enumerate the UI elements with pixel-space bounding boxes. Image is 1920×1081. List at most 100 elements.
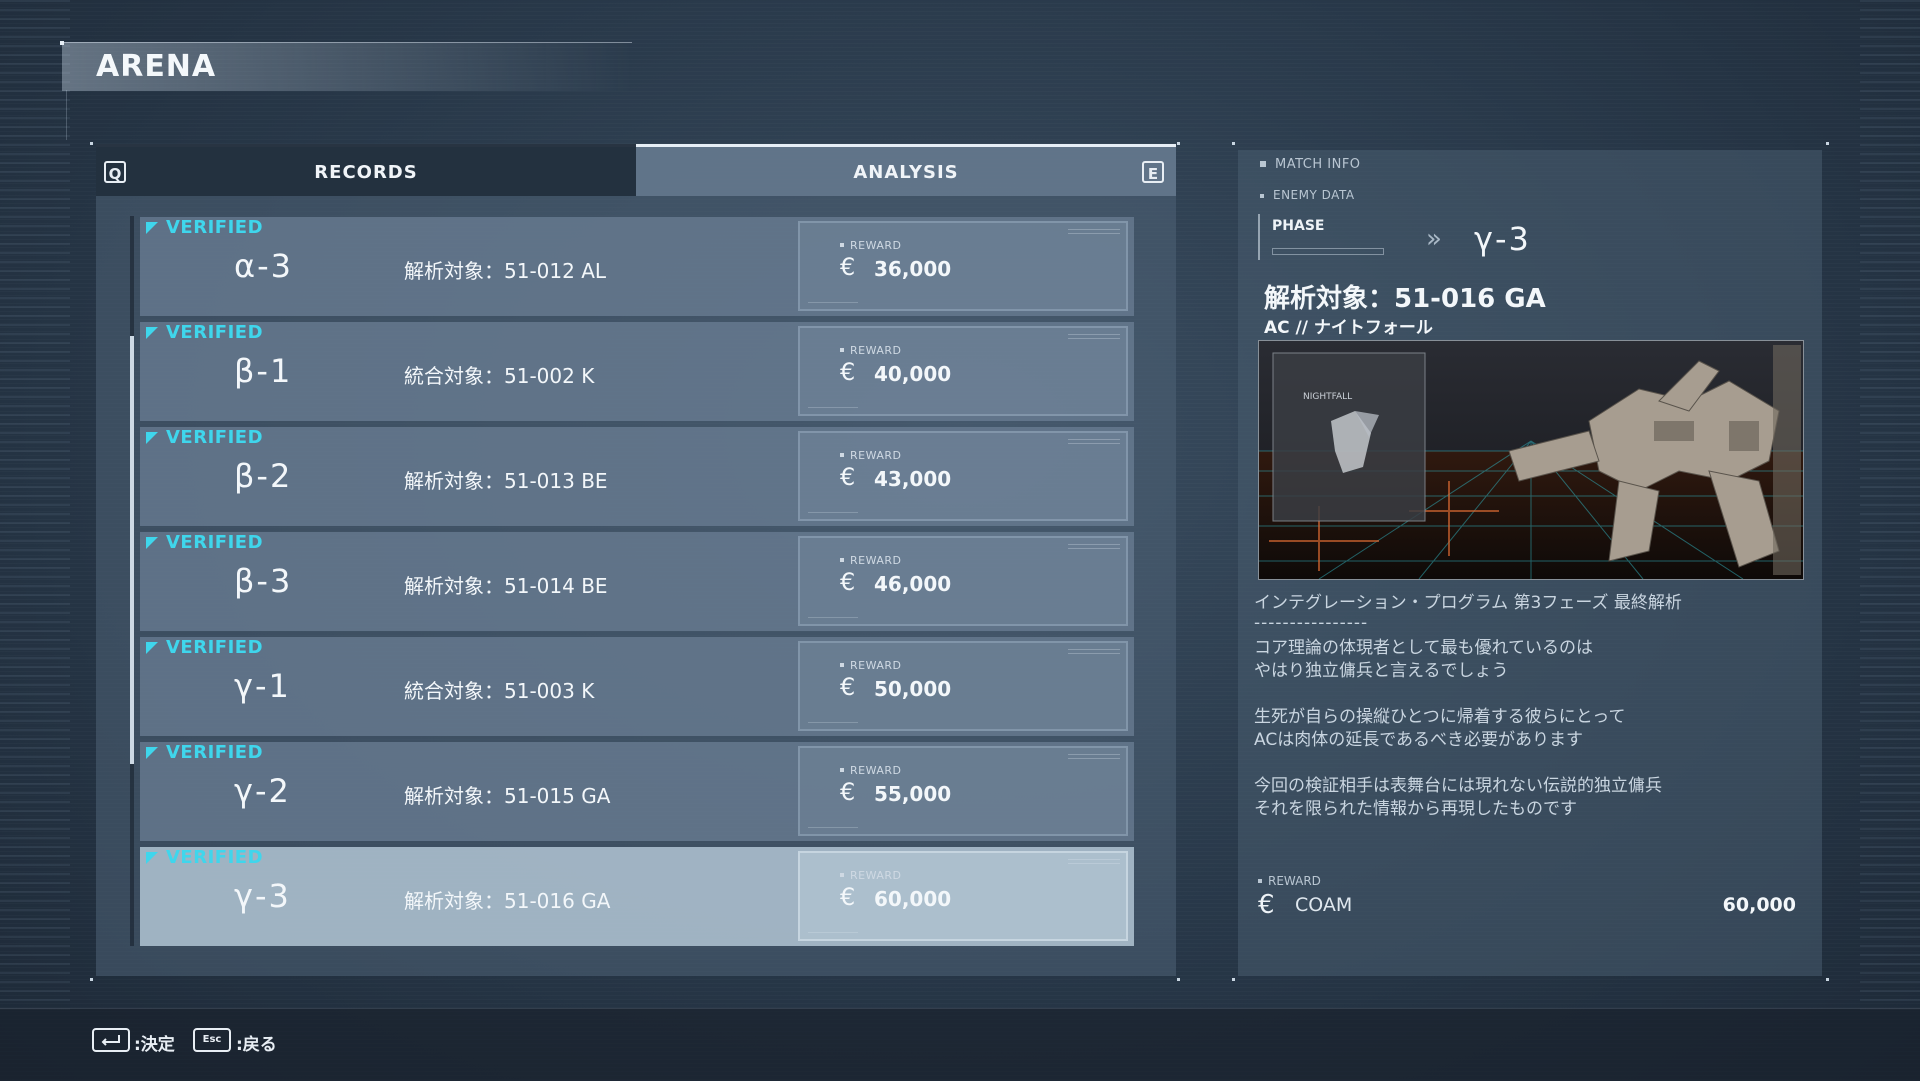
e-key-icon[interactable]: E — [1142, 161, 1164, 183]
status-text: VERIFIED — [166, 742, 264, 763]
title-divider — [66, 90, 67, 140]
flag-icon — [146, 327, 158, 339]
description-paragraph-3: 今回の検証相手は表舞台には現れない伝説的独立傭兵 それを限られた情報から再現した… — [1254, 776, 1662, 819]
bullet-icon — [840, 873, 844, 877]
panel-corner — [1177, 142, 1180, 145]
currency-icon: € — [840, 568, 856, 596]
deco-line — [808, 407, 858, 408]
tab-analysis[interactable]: ANALYSIS E — [636, 144, 1176, 196]
currency-icon: € — [840, 883, 856, 911]
match-info-header: MATCH INFO — [1260, 157, 1361, 172]
enemy-data-header: ENEMY DATA — [1260, 188, 1355, 202]
panel-corner — [90, 142, 93, 145]
esc-key-icon[interactable]: Esc — [193, 1028, 231, 1052]
tab-analysis-label: ANALYSIS — [853, 162, 959, 183]
scrollbar-thumb[interactable] — [130, 336, 134, 764]
record-target: 統合対象：51-002 K — [404, 364, 595, 388]
deco-line — [808, 932, 858, 933]
verified-badge: VERIFIED — [146, 742, 263, 763]
record-code: γ-1 — [234, 667, 291, 705]
record-row[interactable]: VERIFIED α-3 解析対象：51-012 AL REWARD €36,000 — [140, 217, 1134, 316]
reward-box: REWARD €50,000 — [798, 641, 1128, 731]
left-edge-noise — [0, 0, 70, 1010]
bullet-icon — [840, 453, 844, 457]
reward-value: 36,000 — [874, 257, 952, 281]
tab-bar: Q RECORDS ANALYSIS E — [96, 144, 1176, 196]
deco-line — [808, 827, 858, 828]
record-target: 解析対象：51-012 AL — [404, 259, 607, 283]
record-row[interactable]: VERIFIED γ-1 統合対象：51-003 K REWARD €50,000 — [140, 637, 1134, 736]
reward-value: 50,000 — [874, 677, 952, 701]
double-chevron-icon: » — [1426, 224, 1442, 254]
bullet-icon — [1260, 161, 1266, 167]
verified-badge: VERIFIED — [146, 322, 263, 343]
reward-value: 43,000 — [874, 467, 952, 491]
flag-icon — [146, 642, 158, 654]
title-banner: ARENA — [60, 41, 632, 91]
panel-corner — [1232, 978, 1235, 981]
enemy-preview-svg: NIGHTFALL — [1259, 341, 1803, 579]
bullet-icon — [840, 768, 844, 772]
reward-label-text: REWARD — [850, 239, 902, 252]
bullet-icon — [840, 348, 844, 352]
bullet-icon — [840, 558, 844, 562]
reward-amount: 60,000 — [1722, 894, 1796, 916]
phase-bar — [1272, 248, 1384, 255]
reward-label-text: REWARD — [850, 554, 902, 567]
deco-line — [808, 302, 858, 303]
record-row[interactable]: VERIFIED γ-2 解析対象：51-015 GA REWARD €55,000 — [140, 742, 1134, 841]
record-code: β-3 — [234, 562, 293, 600]
panel-corner — [90, 978, 93, 981]
panel-corner — [1826, 978, 1829, 981]
reward-value: 46,000 — [874, 572, 952, 596]
enemy-preview-image: NIGHTFALL — [1258, 340, 1804, 580]
screen-title: ARENA — [96, 49, 217, 84]
deco-lines — [1068, 544, 1120, 549]
reward-label-text: REWARD — [850, 764, 902, 777]
reward-box: REWARD €46,000 — [798, 536, 1128, 626]
verified-badge: VERIFIED — [146, 532, 263, 553]
record-code: β-1 — [234, 352, 293, 390]
record-row[interactable]: VERIFIED β-1 統合対象：51-002 K REWARD €40,000 — [140, 322, 1134, 421]
record-code: α-3 — [234, 247, 293, 285]
record-target: 解析対象：51-016 GA — [404, 889, 611, 913]
deco-lines — [1068, 439, 1120, 444]
currency-icon: € — [840, 253, 856, 281]
phase-label: PHASE — [1272, 218, 1325, 234]
bullet-icon — [840, 663, 844, 667]
record-code: β-2 — [234, 457, 293, 495]
match-info-label: MATCH INFO — [1275, 157, 1361, 172]
flag-icon — [146, 537, 158, 549]
bullet-icon — [840, 243, 844, 247]
deco-lines — [1068, 229, 1120, 234]
reward-currency-name: COAM — [1295, 894, 1353, 916]
reward-value: 55,000 — [874, 782, 952, 806]
deco-line — [808, 722, 858, 723]
description-rule: ---------------- — [1254, 613, 1369, 633]
flag-icon — [146, 747, 158, 759]
record-row[interactable]: VERIFIED β-2 解析対象：51-013 BE REWARD €43,000 — [140, 427, 1134, 526]
verified-badge: VERIFIED — [146, 217, 263, 238]
reward-label: REWARD — [840, 659, 902, 672]
enemy-data-label: ENEMY DATA — [1273, 188, 1355, 202]
tab-records-label: RECORDS — [314, 162, 418, 183]
record-row[interactable]: VERIFIED β-3 解析対象：51-014 BE REWARD €46,000 — [140, 532, 1134, 631]
enter-key-icon[interactable] — [92, 1028, 130, 1052]
reward-label-text: REWARD — [850, 344, 902, 357]
panel-corner — [1232, 142, 1235, 145]
deco-lines — [1068, 754, 1120, 759]
right-edge-noise — [1860, 0, 1920, 1010]
tab-records[interactable]: Q RECORDS — [96, 144, 636, 196]
currency-icon: € — [840, 463, 856, 491]
image-caption: NIGHTFALL — [1303, 392, 1352, 402]
verified-badge: VERIFIED — [146, 847, 263, 868]
record-row[interactable]: VERIFIED γ-3 解析対象：51-016 GA REWARD €60,000 — [140, 847, 1134, 946]
status-text: VERIFIED — [166, 637, 264, 658]
flag-icon — [146, 222, 158, 234]
deco-lines — [1068, 859, 1120, 864]
currency-icon: € — [840, 778, 856, 806]
detail-reward-label-text: REWARD — [1268, 874, 1321, 888]
bullet-icon — [1260, 194, 1264, 198]
deco-line — [808, 617, 858, 618]
panel-corner — [1177, 978, 1180, 981]
